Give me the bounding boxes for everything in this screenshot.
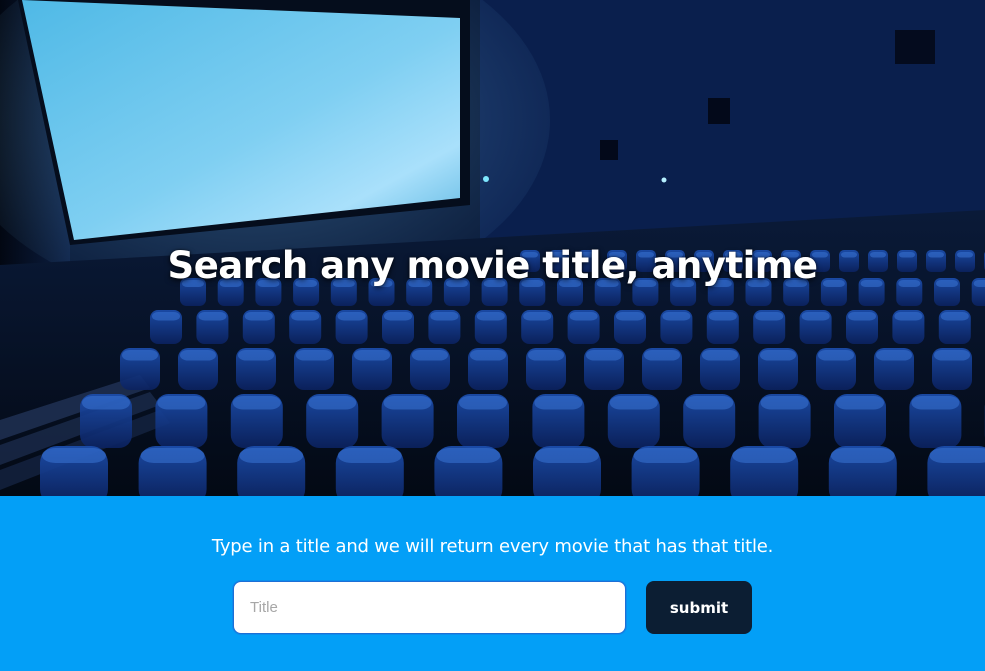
search-form: submit [233,581,753,634]
search-section: Type in a title and we will return every… [0,496,985,671]
submit-button[interactable]: submit [646,581,752,634]
hero-banner: Search any movie title, anytime [0,0,985,496]
search-tagline: Type in a title and we will return every… [211,536,774,557]
title-search-input[interactable] [233,581,626,634]
hero-title: Search any movie title, anytime [167,244,818,287]
